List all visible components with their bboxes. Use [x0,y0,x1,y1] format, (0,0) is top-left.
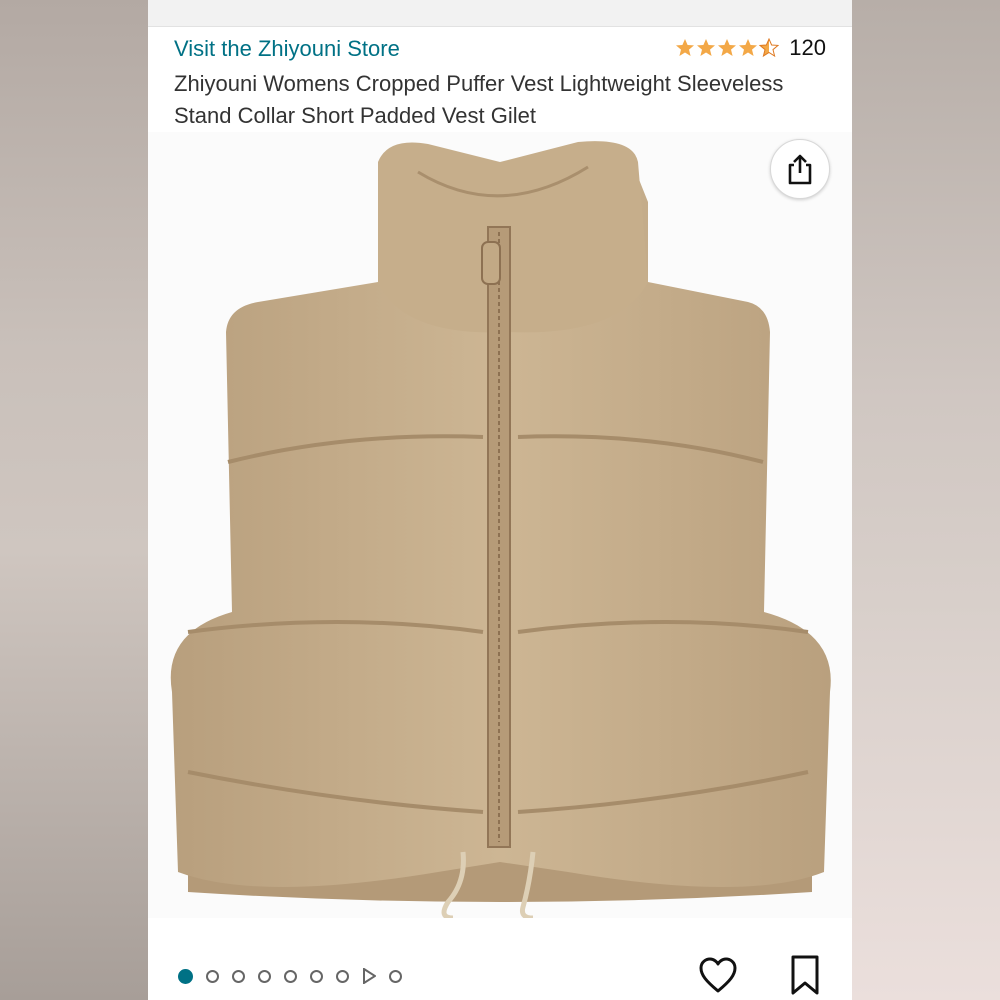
puffer-vest-photo [170,141,831,921]
gallery-dots [178,968,402,984]
star-icon [718,39,737,56]
star-icon [697,39,716,56]
store-link[interactable]: Visit the Zhiyouni Store [174,36,400,62]
gallery-dot-7[interactable] [336,969,349,983]
star-icon [739,39,758,56]
bookmark-icon[interactable] [788,954,822,996]
background-left [0,0,148,1000]
product-title: Zhiyouni Womens Cropped Puffer Vest Ligh… [174,71,784,128]
share-icon [788,154,812,185]
heart-icon[interactable] [698,956,738,994]
review-count: 120 [789,35,826,60]
share-button[interactable] [770,139,830,199]
video-play-icon[interactable] [362,968,376,984]
gallery-dot-1[interactable] [178,968,193,984]
rating[interactable]: 120 [675,35,826,61]
gallery-dot-9[interactable] [389,969,402,983]
background-right [852,0,1000,1000]
gallery-dot-5[interactable] [284,969,297,983]
gallery-controls [148,918,852,1000]
gallery-dot-6[interactable] [310,969,323,983]
gallery-dot-3[interactable] [232,969,245,983]
gallery-dot-4[interactable] [258,969,271,983]
product-page: Visit the Zhiyouni Store 120 Zhiyouni Wo… [148,0,852,1000]
star-icon [676,39,695,56]
gallery-dot-2[interactable] [206,969,219,983]
top-bar [148,0,852,27]
star-rating [675,38,780,58]
half-star-icon [759,38,780,58]
product-image[interactable] [148,132,852,921]
